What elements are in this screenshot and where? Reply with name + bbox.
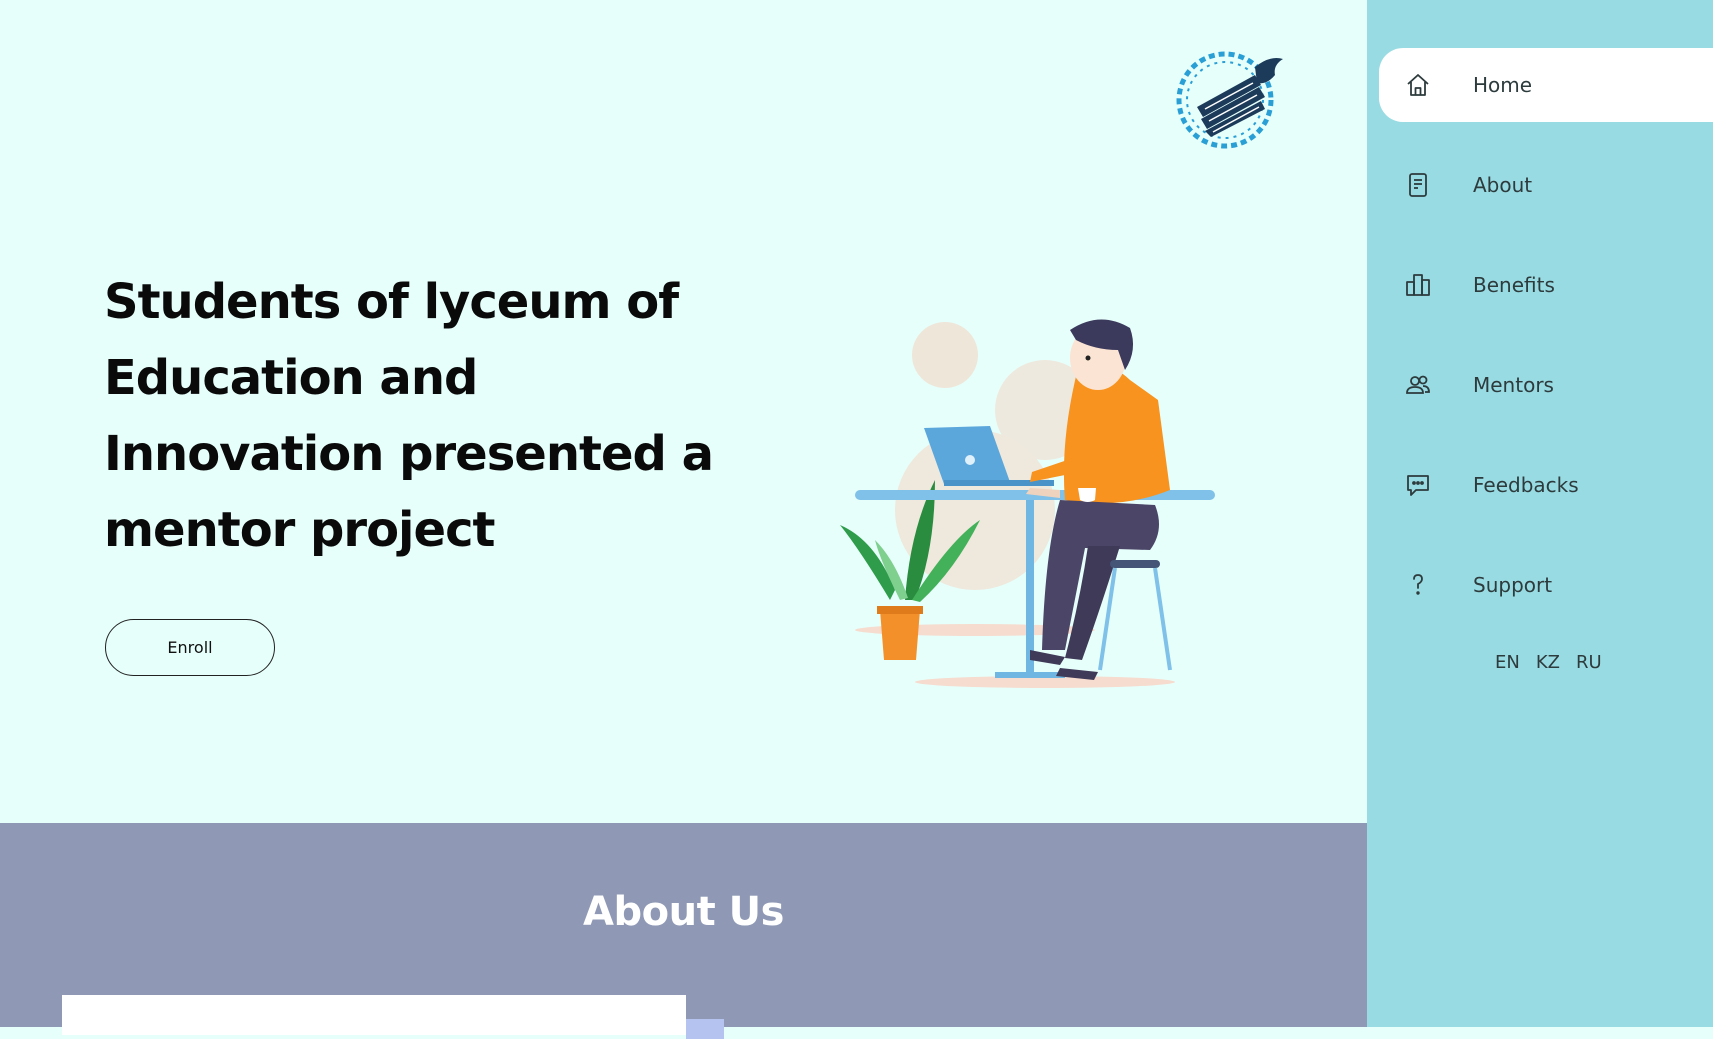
- chat-icon: [1403, 470, 1433, 500]
- hero-section: Students of lyceum of Education and Inno…: [0, 0, 1367, 823]
- sidebar-item-label: Mentors: [1473, 373, 1554, 397]
- about-section: About Us: [0, 823, 1367, 1039]
- language-option-kz[interactable]: KZ: [1528, 652, 1568, 673]
- sidebar-item-mentors[interactable]: Mentors: [1379, 348, 1713, 422]
- sidebar-item-home[interactable]: Home: [1379, 48, 1713, 122]
- question-icon: [1403, 570, 1433, 600]
- home-icon: [1403, 70, 1433, 100]
- sidebar-item-benefits[interactable]: Benefits: [1379, 248, 1713, 322]
- sidebar-item-support[interactable]: Support: [1379, 548, 1713, 622]
- language-option-ru[interactable]: RU: [1568, 652, 1610, 673]
- person-at-laptop-illustration: [840, 319, 1215, 688]
- about-accent-block: [686, 1019, 724, 1039]
- sidebar-item-label: Benefits: [1473, 273, 1555, 297]
- sidebar-item-label: About: [1473, 173, 1533, 197]
- lyceum-logo[interactable]: [1175, 45, 1285, 151]
- sidebar-item-label: Feedbacks: [1473, 473, 1579, 497]
- enroll-button[interactable]: Enroll: [105, 619, 275, 676]
- sidebar-item-label: Support: [1473, 573, 1553, 597]
- users-icon: [1403, 370, 1433, 400]
- about-card: [62, 995, 686, 1035]
- language-switcher: EN KZ RU: [1487, 652, 1610, 673]
- buildings-icon: [1403, 270, 1433, 300]
- language-option-en[interactable]: EN: [1487, 652, 1528, 673]
- sidebar-item-about[interactable]: About: [1379, 148, 1713, 222]
- sidebar-item-feedbacks[interactable]: Feedbacks: [1379, 448, 1713, 522]
- sidebar-item-label: Home: [1473, 73, 1533, 97]
- hero-title: Students of lyceum of Education and Inno…: [104, 274, 714, 558]
- about-title: About Us: [583, 889, 784, 935]
- document-icon: [1403, 170, 1433, 200]
- sidebar-nav: Home About Benefits Mentors Feedbacks Su…: [1367, 0, 1713, 1027]
